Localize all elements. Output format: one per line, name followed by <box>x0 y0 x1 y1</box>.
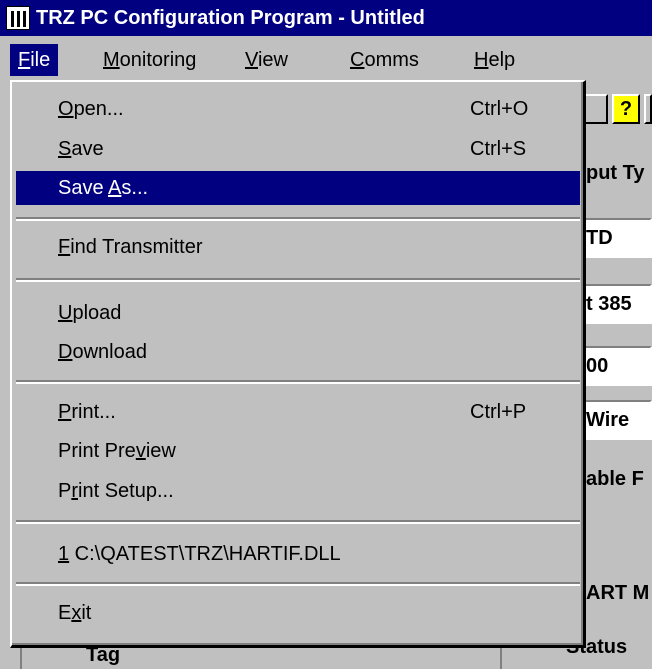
menu-separator <box>16 278 580 282</box>
window-title: TRZ PC Configuration Program - Untitled <box>36 7 425 29</box>
shortcut-label: Ctrl+O <box>470 98 529 120</box>
menu-separator <box>16 582 580 586</box>
sensor-field[interactable]: TD <box>578 218 652 258</box>
menu-file[interactable]: File <box>10 44 59 76</box>
enable-label: able F <box>586 468 644 490</box>
menu-item-print-setup[interactable]: Print Setup... <box>16 474 580 508</box>
menu-monitoring[interactable]: Monitoring <box>95 44 204 76</box>
menu-item-find-transmitter[interactable]: Find Transmitter <box>16 230 580 264</box>
menu-view[interactable]: View <box>237 44 296 76</box>
help-question-icon[interactable]: ? <box>612 94 640 124</box>
menu-item-upload[interactable]: Upload <box>16 296 580 330</box>
hart-label: ART M <box>586 582 650 604</box>
app-icon[interactable] <box>6 6 30 30</box>
menu-item-print-preview[interactable]: Print Preview <box>16 434 580 468</box>
menu-item-exit[interactable]: Exit <box>16 596 580 630</box>
menu-bar: File Monitoring View Comms Help <box>0 36 652 80</box>
menu-separator <box>16 380 580 384</box>
menu-separator <box>16 520 580 524</box>
toolbar-button[interactable] <box>644 94 652 124</box>
menu-item-download[interactable]: Download <box>16 335 580 369</box>
file-menu-dropdown: Open... Ctrl+O Save Ctrl+S Save As... Fi… <box>10 80 586 648</box>
menu-item-open[interactable]: Open... Ctrl+O <box>16 92 580 126</box>
shortcut-label: Ctrl+S <box>470 138 527 160</box>
wires-field[interactable]: Wire <box>578 400 652 440</box>
menu-item-save[interactable]: Save Ctrl+S <box>16 132 580 166</box>
menu-separator <box>16 217 580 221</box>
menu-item-recent-file[interactable]: 1 C:\QATEST\TRZ\HARTIF.DLL <box>16 537 580 571</box>
menu-help[interactable]: Help <box>466 44 523 76</box>
menu-comms[interactable]: Comms <box>342 44 427 76</box>
menu-item-print[interactable]: Print... Ctrl+P <box>16 395 580 429</box>
range-field[interactable]: 00 <box>578 346 652 386</box>
input-type-label: put Ty <box>586 162 645 184</box>
menu-item-save-as[interactable]: Save As... <box>16 171 580 205</box>
model-field[interactable]: t 385 <box>578 284 652 324</box>
shortcut-label: Ctrl+P <box>470 401 527 423</box>
title-bar[interactable]: TRZ PC Configuration Program - Untitled <box>0 0 652 36</box>
